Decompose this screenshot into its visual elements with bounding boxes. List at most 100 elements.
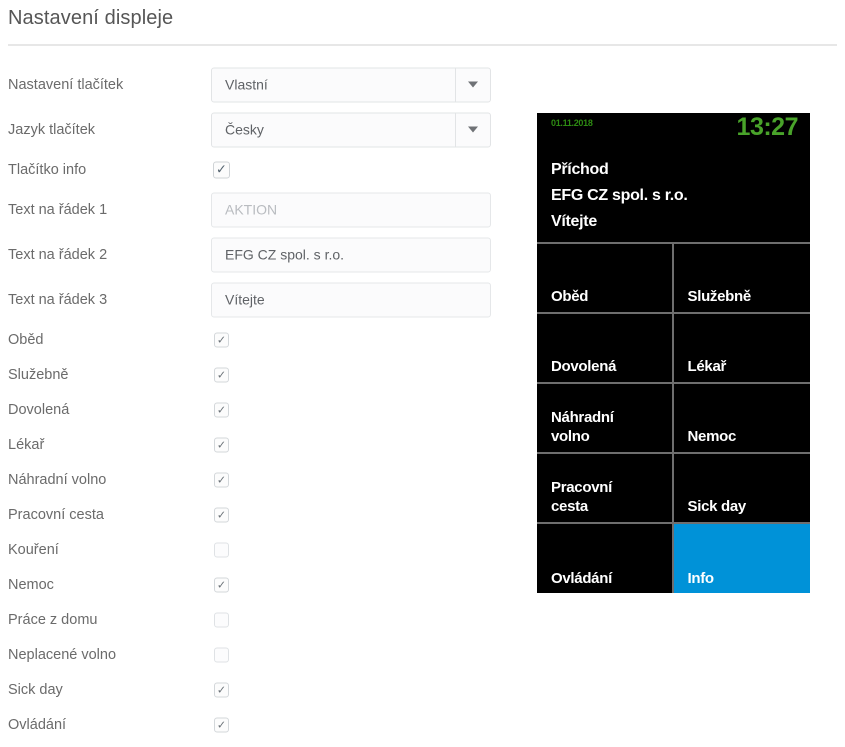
check-icon: ✓ xyxy=(216,163,227,176)
checkbox[interactable]: ✓ xyxy=(214,577,229,592)
form-row: Oběd ✓ xyxy=(0,322,500,357)
check-icon: ✓ xyxy=(217,439,226,450)
form-row-label: Ovládání xyxy=(8,716,66,734)
check-icon: ✓ xyxy=(217,719,226,730)
page-title: Nastavení displeje xyxy=(8,4,173,32)
chevron-down-icon xyxy=(468,82,478,88)
select-button-language[interactable]: Česky xyxy=(211,112,491,147)
select-arrow-cell[interactable] xyxy=(455,68,490,101)
check-icon: ✓ xyxy=(217,474,226,485)
preview-button-label: Info xyxy=(688,569,807,588)
check-icon: ✓ xyxy=(217,509,226,520)
form-row: Neplacené volno✓ xyxy=(0,637,500,672)
preview-button-label: Dovolená xyxy=(551,357,668,376)
form-row-label: Text na řádek 2 xyxy=(8,246,107,264)
text-line-input[interactable] xyxy=(211,237,491,272)
form-row: Dovolená ✓ xyxy=(0,392,500,427)
preview-button[interactable]: Náhradnívolno xyxy=(537,384,674,454)
form-row-label: Nemoc xyxy=(8,576,54,594)
form-row: Náhradní volno ✓ xyxy=(0,462,500,497)
preview-button[interactable]: Oběd xyxy=(537,244,674,314)
preview-button-label: Služebně xyxy=(688,287,807,306)
form-row-label: Sick day xyxy=(8,681,63,699)
form-row-label: Služebně xyxy=(8,366,68,384)
form-row: Nemoc ✓ xyxy=(0,567,500,602)
preview-button[interactable]: Dovolená xyxy=(537,314,674,384)
form-row-label: Pracovní cesta xyxy=(8,506,104,524)
form-row: Služebně ✓ xyxy=(0,357,500,392)
form-row: Kouření ✓ xyxy=(0,532,500,567)
checkbox[interactable]: ✓ xyxy=(214,437,229,452)
preview-button[interactable]: Nemoc xyxy=(674,384,811,454)
form-row-label: Jazyk tlačítek xyxy=(8,121,95,139)
preview-button-label: Pracovnícesta xyxy=(551,478,668,516)
checkbox[interactable]: ✓ xyxy=(214,367,229,382)
form-row: Pracovní cesta ✓ xyxy=(0,497,500,532)
preview-button-label: Sick day xyxy=(688,497,807,516)
preview-button-label: Náhradnívolno xyxy=(551,408,668,446)
display-preview-panel: 01.11.2018 13:27 PříchodEFG CZ spol. s r… xyxy=(537,113,810,593)
preview-text-line: EFG CZ spol. s r.o. xyxy=(551,183,802,209)
checkbox[interactable]: ✓ xyxy=(214,507,229,522)
form-row: Jazyk tlačítek Česky xyxy=(0,107,500,152)
preview-text-lines: PříchodEFG CZ spol. s r.o.Vítejte xyxy=(551,157,802,235)
checkbox[interactable]: ✓ xyxy=(213,161,230,178)
check-icon: ✓ xyxy=(217,334,226,345)
preview-text-line: Příchod xyxy=(551,157,802,183)
preview-button[interactable]: Ovládání xyxy=(537,524,674,593)
checkbox[interactable]: ✓ xyxy=(214,717,229,732)
preview-button-label: Nemoc xyxy=(688,427,807,446)
check-icon: ✓ xyxy=(217,684,226,695)
preview-button[interactable]: Lékař xyxy=(674,314,811,384)
preview-button[interactable]: Pracovnícesta xyxy=(537,454,674,524)
form-row: Tlačítko info ✓ xyxy=(0,152,500,187)
preview-button[interactable]: Služebně xyxy=(674,244,811,314)
preview-date: 01.11.2018 xyxy=(551,118,593,128)
preview-clock: 13:27 xyxy=(737,113,798,142)
title-divider xyxy=(8,44,837,46)
checkbox[interactable]: ✓ xyxy=(214,402,229,417)
checkbox[interactable]: ✓ xyxy=(214,472,229,487)
select-button-settings[interactable]: Vlastní xyxy=(211,67,491,102)
form-row-label: Kouření xyxy=(8,541,59,559)
form-row: Text na řádek 3 xyxy=(0,277,500,322)
form-row: Sick day ✓ xyxy=(0,672,500,707)
check-icon: ✓ xyxy=(217,579,226,590)
select-value: Vlastní xyxy=(212,77,455,93)
form-row: Nastavení tlačítek Vlastní xyxy=(0,62,500,107)
form-row-label: Tlačítko info xyxy=(8,161,86,179)
checkbox[interactable]: ✓ xyxy=(214,332,229,347)
preview-button-label: Lékař xyxy=(688,357,807,376)
preview-button[interactable]: Sick day xyxy=(674,454,811,524)
preview-button[interactable]: Info xyxy=(674,524,811,593)
text-line-input[interactable] xyxy=(211,282,491,317)
form-row-label: Dovolená xyxy=(8,401,69,419)
select-arrow-cell[interactable] xyxy=(455,113,490,146)
select-value: Česky xyxy=(212,122,455,138)
preview-button-label: Ovládání xyxy=(551,569,668,588)
preview-text-line: Vítejte xyxy=(551,209,802,235)
form-row: Práce z domu ✓ xyxy=(0,602,500,637)
preview-button-label: Oběd xyxy=(551,287,668,306)
form-row-label: Práce z domu xyxy=(8,611,97,629)
checkbox[interactable]: ✓ xyxy=(214,612,229,627)
display-preview-header: 01.11.2018 13:27 PříchodEFG CZ spol. s r… xyxy=(537,113,810,244)
form-row-label: Nastavení tlačítek xyxy=(8,76,123,94)
form-row-label: Oběd xyxy=(8,331,43,349)
preview-button-grid: Oběd Služebně Dovolená Lékař Náhradnívolno Ne… xyxy=(537,244,810,593)
checkbox[interactable]: ✓ xyxy=(214,647,229,662)
check-icon: ✓ xyxy=(217,369,226,380)
form-row-label: Lékař xyxy=(8,436,44,454)
checkbox[interactable]: ✓ xyxy=(214,542,229,557)
form-row: Ovládání ✓ xyxy=(0,707,500,742)
form-row: Lékař ✓ xyxy=(0,427,500,462)
check-icon: ✓ xyxy=(217,404,226,415)
chevron-down-icon xyxy=(468,127,478,133)
checkbox[interactable]: ✓ xyxy=(214,682,229,697)
form-row: Text na řádek 2 xyxy=(0,232,500,277)
form-row: Text na řádek 1 xyxy=(0,187,500,232)
display-settings-form: Nastavení tlačítek Vlastní Jazyk tlačítek Č… xyxy=(0,62,500,742)
form-row-label: Text na řádek 1 xyxy=(8,201,107,219)
form-row-label: Náhradní volno xyxy=(8,471,106,489)
text-line-input[interactable] xyxy=(211,192,491,227)
